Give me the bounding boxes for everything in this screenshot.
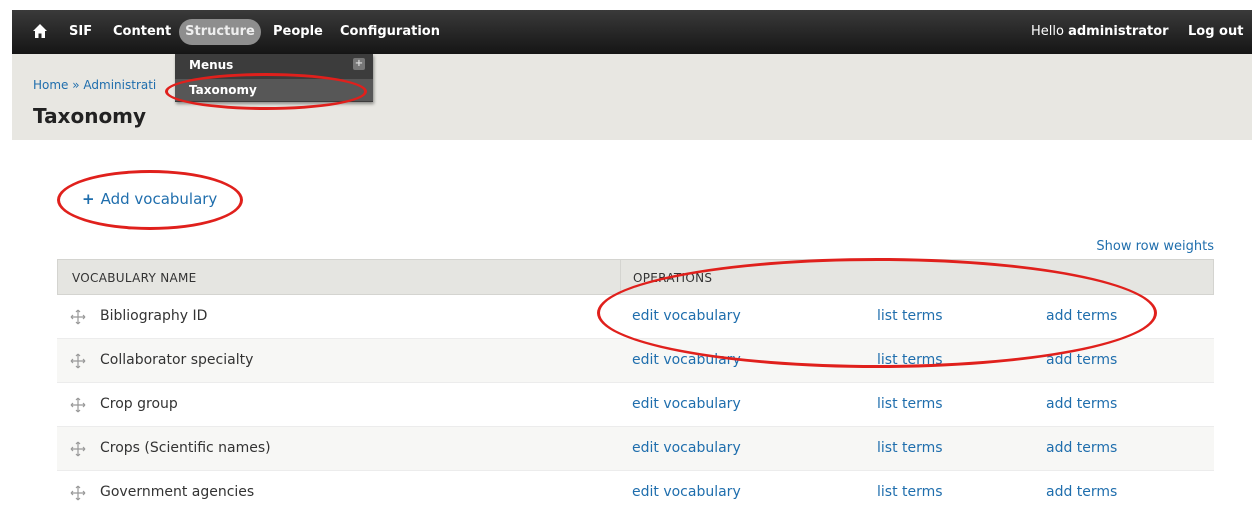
page-title: Taxonomy [33,104,147,128]
header-divider [620,260,621,294]
drag-handle-icon[interactable] [70,397,86,413]
vocabulary-name: Government agencies [100,484,255,500]
vocabulary-name: Crop group [100,396,178,412]
show-row-weights-link[interactable]: Show row weights [1096,239,1214,254]
structure-dropdown: Menus + Taxonomy [175,54,373,102]
plus-icon: + [82,190,95,208]
table-row: Crop group edit vocabulary list terms ad… [57,383,1214,427]
nav-sif[interactable]: SIF [69,24,92,39]
column-header-operations: OPERATIONS [633,271,713,285]
greeting: Hello administrator [1031,24,1169,39]
list-terms-link[interactable]: list terms [877,396,943,412]
add-terms-link[interactable]: add terms [1046,308,1117,324]
list-terms-link[interactable]: list terms [877,440,943,456]
add-vocabulary-link[interactable]: + Add vocabulary [82,190,217,208]
home-icon[interactable] [32,23,48,39]
drag-handle-icon[interactable] [70,485,86,501]
column-header-name: VOCABULARY NAME [72,271,197,285]
drag-handle-icon[interactable] [70,309,86,325]
admin-toolbar: SIF Content Structure People Configurati… [12,10,1252,54]
add-terms-link[interactable]: add terms [1046,484,1117,500]
add-terms-link[interactable]: add terms [1046,440,1117,456]
table-row: Government agencies edit vocabulary list… [57,471,1214,507]
vocabulary-name: Crops (Scientific names) [100,440,271,456]
dropdown-item-taxonomy[interactable]: Taxonomy [189,83,257,97]
greeting-prefix: Hello [1031,24,1069,39]
plus-icon[interactable]: + [353,58,365,70]
drag-handle-icon[interactable] [70,441,86,457]
nav-configuration[interactable]: Configuration [340,24,440,39]
edit-vocabulary-link[interactable]: edit vocabulary [632,484,741,500]
nav-content[interactable]: Content [113,24,171,39]
breadcrumb[interactable]: Home » Administrati [33,78,156,92]
logout-link[interactable]: Log out [1188,24,1243,39]
add-terms-link[interactable]: add terms [1046,396,1117,412]
vocabulary-table: VOCABULARY NAME OPERATIONS Bibliography … [57,259,1214,507]
edit-vocabulary-link[interactable]: edit vocabulary [632,440,741,456]
list-terms-link[interactable]: list terms [877,484,943,500]
dropdown-item-menus[interactable]: Menus [189,58,233,72]
edit-vocabulary-link[interactable]: edit vocabulary [632,352,741,368]
nav-people[interactable]: People [273,24,323,39]
vocabulary-name: Bibliography ID [100,308,208,324]
edit-vocabulary-link[interactable]: edit vocabulary [632,308,741,324]
table-row: Collaborator specialty edit vocabulary l… [57,339,1214,383]
add-terms-link[interactable]: add terms [1046,352,1117,368]
list-terms-link[interactable]: list terms [877,308,943,324]
edit-vocabulary-link[interactable]: edit vocabulary [632,396,741,412]
vocabulary-name: Collaborator specialty [100,352,254,368]
nav-structure[interactable]: Structure [179,19,261,45]
list-terms-link[interactable]: list terms [877,352,943,368]
table-row: Crops (Scientific names) edit vocabulary… [57,427,1214,471]
add-vocabulary-label: Add vocabulary [100,190,218,208]
drag-handle-icon[interactable] [70,353,86,369]
table-row: Bibliography ID edit vocabulary list ter… [57,295,1214,339]
table-header: VOCABULARY NAME OPERATIONS [57,259,1214,295]
username[interactable]: administrator [1068,24,1168,39]
